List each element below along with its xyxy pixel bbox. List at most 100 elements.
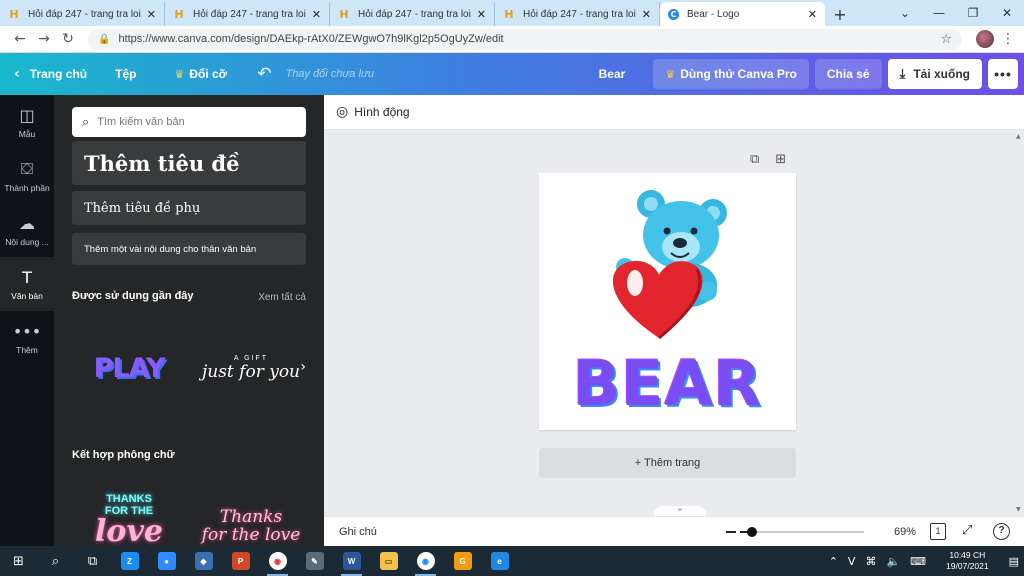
help-icon[interactable]: ? bbox=[993, 523, 1010, 540]
tab-title: Hỏi đáp 247 - trang tra loi bbox=[358, 8, 471, 20]
hoidap-favicon-icon: H bbox=[504, 7, 514, 21]
zoom-slider-handle[interactable] bbox=[747, 527, 758, 537]
rail-item-elements[interactable]: ⛋ Thành phần bbox=[0, 149, 54, 203]
browser-tab-active[interactable]: C Bear - Logo ✕ bbox=[660, 2, 825, 26]
home-label: Trang chủ bbox=[29, 67, 88, 81]
clock-date: 19/07/2021 bbox=[946, 561, 989, 571]
tab-search-icon[interactable]: ⌄ bbox=[888, 6, 922, 20]
edge-browser-icon[interactable]: e bbox=[481, 546, 518, 576]
lock-icon[interactable]: 🔒 bbox=[98, 34, 110, 45]
windows-start-icon[interactable]: ⊞ bbox=[0, 546, 37, 576]
browser-tab[interactable]: H Hỏi đáp 247 - trang tra loi ✕ bbox=[0, 2, 165, 26]
back-icon[interactable]: ← bbox=[8, 31, 32, 47]
volume-icon[interactable]: 🔈 bbox=[886, 555, 900, 568]
app-icon[interactable]: ◆ bbox=[185, 546, 222, 576]
chevron-up-icon[interactable]: ⌃ bbox=[654, 506, 706, 516]
minimize-icon[interactable]: — bbox=[922, 6, 956, 20]
thanks-neon-template[interactable]: THANKS FOR THE love bbox=[72, 475, 186, 546]
close-tab-icon[interactable]: ✕ bbox=[312, 8, 321, 21]
resize-button[interactable]: ♛ Đổi cỡ bbox=[174, 67, 227, 81]
browser-menu-icon[interactable]: ⋮ bbox=[1000, 31, 1016, 47]
add-page-icon[interactable]: ⊞ bbox=[775, 152, 786, 167]
zoom-app-icon[interactable]: ● bbox=[148, 546, 185, 576]
add-body-text-button[interactable]: Thêm một vài nội dung cho thân văn bản bbox=[72, 233, 306, 265]
scroll-down-icon[interactable]: ▼ bbox=[1016, 506, 1021, 513]
try-pro-button[interactable]: ♛ Dùng thử Canva Pro bbox=[653, 59, 809, 89]
bear-illustration[interactable] bbox=[539, 173, 796, 353]
thanks-script-template[interactable]: Thanks for the love bbox=[194, 481, 308, 546]
close-tab-icon[interactable]: ✕ bbox=[642, 8, 651, 21]
network-icon[interactable]: ⌘ bbox=[865, 555, 876, 568]
system-clock[interactable]: 10:49 CH 19/07/2021 bbox=[941, 550, 994, 572]
chevron-right-icon[interactable]: › bbox=[300, 359, 306, 375]
download-button[interactable]: ⤓ Tải xuống bbox=[887, 59, 982, 89]
url-text[interactable]: https://www.canva.com/design/DAEkp-rAtX0… bbox=[118, 33, 940, 45]
rail-item-more[interactable]: ••• Thêm bbox=[0, 311, 54, 365]
clock-time: 10:49 CH bbox=[949, 550, 986, 560]
text-search-input[interactable] bbox=[97, 116, 278, 128]
file-explorer-icon[interactable]: ▭ bbox=[370, 546, 407, 576]
notification-icon[interactable]: ▤ bbox=[1009, 555, 1019, 568]
browser-tab[interactable]: H Hỏi đáp 247 - trang tra loi ✕ bbox=[495, 2, 660, 26]
see-all-link[interactable]: Xem tất cả bbox=[258, 292, 306, 303]
new-tab-button[interactable]: + bbox=[825, 2, 855, 26]
powerpoint-app-icon[interactable]: P bbox=[222, 546, 259, 576]
play-text-template[interactable]: PLAY bbox=[72, 323, 186, 413]
zoom-minus-icon[interactable] bbox=[726, 531, 736, 533]
app-icon[interactable]: G bbox=[444, 546, 481, 576]
notes-button[interactable]: Ghi chú bbox=[339, 526, 377, 538]
bookmark-star-icon[interactable]: ☆ bbox=[940, 32, 952, 47]
browser-tab[interactable]: H Hỏi đáp 247 - trang tra loi ✕ bbox=[330, 2, 495, 26]
more-options-button[interactable]: ••• bbox=[988, 59, 1018, 89]
page-count-icon[interactable]: 1 bbox=[930, 523, 946, 540]
zoom-percent[interactable]: 69% bbox=[894, 526, 916, 538]
close-tab-icon[interactable]: ✕ bbox=[147, 8, 156, 21]
search-icon[interactable]: ⌕ bbox=[37, 546, 74, 576]
resize-label: Đổi cỡ bbox=[189, 67, 228, 81]
thanks-top-text: THANKS bbox=[106, 493, 152, 505]
add-heading-button[interactable]: Thêm tiêu đề bbox=[72, 141, 306, 185]
file-menu-button[interactable]: Tệp bbox=[115, 67, 136, 81]
rail-item-uploads[interactable]: ☁ Nội dung ... bbox=[0, 203, 54, 257]
reload-icon[interactable]: ↻ bbox=[56, 31, 80, 47]
task-view-icon[interactable]: ⧉ bbox=[74, 546, 111, 576]
close-tab-icon[interactable]: ✕ bbox=[808, 8, 817, 21]
canvas-area[interactable]: ⧉ ⊞ BEAR + Thêm trang ⌃ bbox=[324, 130, 1014, 516]
rail-item-templates[interactable]: ◫ Mẫu bbox=[0, 95, 54, 149]
close-tab-icon[interactable]: ✕ bbox=[477, 8, 486, 21]
duplicate-page-icon[interactable]: ⧉ bbox=[750, 152, 759, 167]
chrome-app-icon[interactable]: ◉ bbox=[407, 546, 444, 576]
editor-footer: Ghi chú 69% 1 ⤢ ? bbox=[324, 516, 1024, 546]
scroll-up-icon[interactable]: ▲ bbox=[1016, 133, 1021, 140]
rail-item-label: Văn bản bbox=[11, 290, 43, 301]
fullscreen-icon[interactable]: ⤢ bbox=[962, 523, 972, 538]
keyboard-icon[interactable]: ⌨ bbox=[910, 555, 926, 568]
undo-icon[interactable]: ↶ bbox=[257, 64, 271, 84]
zalo-app-icon[interactable]: Z bbox=[111, 546, 148, 576]
gift-text-template[interactable]: A GIFT just for you bbox=[194, 323, 308, 413]
browser-tab[interactable]: H Hỏi đáp 247 - trang tra loi ✕ bbox=[165, 2, 330, 26]
input-language[interactable]: V bbox=[848, 555, 856, 568]
canvas-scrollbar[interactable]: ▲ ▼ bbox=[1014, 130, 1024, 516]
rail-item-text[interactable]: T Văn bản bbox=[0, 257, 54, 311]
chrome-app-icon[interactable]: ◉ bbox=[259, 546, 296, 576]
windows-taskbar: ⊞ ⌕ ⧉ Z ● ◆ P ◉ ✎ W ▭ ◉ G e ⌃ V ⌘ 🔈 ⌨ 10… bbox=[0, 546, 1024, 576]
close-window-icon[interactable]: ✕ bbox=[990, 6, 1024, 20]
zoom-slider[interactable] bbox=[740, 527, 864, 537]
add-subheading-button[interactable]: Thêm tiêu đề phụ bbox=[72, 191, 306, 225]
share-button[interactable]: Chia sẻ bbox=[814, 59, 882, 89]
design-page[interactable]: BEAR bbox=[539, 173, 796, 430]
bear-title-text[interactable]: BEAR bbox=[539, 349, 796, 419]
text-search-box[interactable]: ⌕ bbox=[72, 107, 306, 137]
url-field[interactable]: 🔒 https://www.canva.com/design/DAEkp-rAt… bbox=[88, 28, 962, 50]
home-button[interactable]: ‹ Trang chủ bbox=[14, 66, 87, 82]
design-name[interactable]: Bear bbox=[599, 67, 626, 81]
restore-icon[interactable]: ❐ bbox=[956, 6, 990, 20]
forward-icon[interactable]: → bbox=[32, 31, 56, 47]
add-page-button[interactable]: + Thêm trang bbox=[539, 448, 796, 478]
word-app-icon[interactable]: W bbox=[333, 546, 370, 576]
chevron-up-icon[interactable]: ⌃ bbox=[829, 555, 838, 568]
animate-button[interactable]: Hình động bbox=[354, 105, 409, 119]
app-icon[interactable]: ✎ bbox=[296, 546, 333, 576]
profile-avatar[interactable] bbox=[976, 30, 994, 48]
